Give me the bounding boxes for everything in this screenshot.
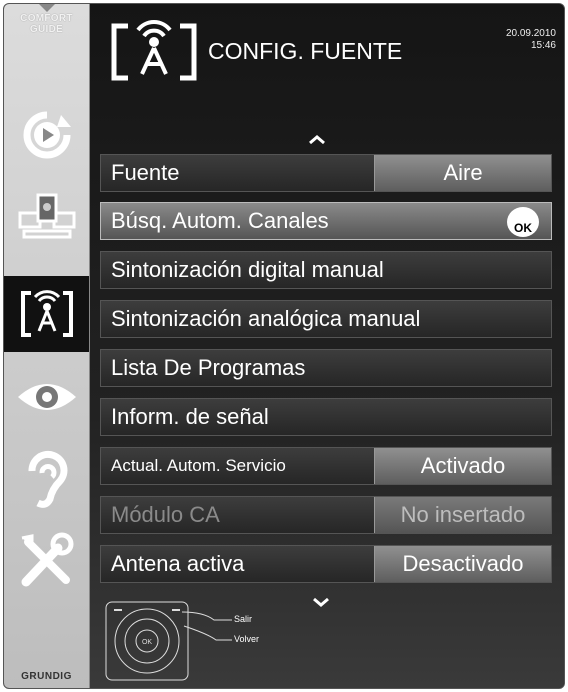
menu-item-value[interactable]: Aire [374,155,551,191]
menu-item-inform-senal[interactable]: Inform. de señal [100,398,552,436]
legend-exit: Salir [234,614,253,624]
menu-item-value: No insertado [374,497,551,533]
scroll-down-icon[interactable] [312,594,330,612]
main-panel: CONFIG. FUENTE 20.09.2010 15:46 Fuente A… [90,4,564,688]
menu-item-label: Inform. de señal [111,404,269,429]
comfort-guide-label[interactable]: COMFORT GUIDE [4,4,89,60]
menu-item-label: Sintonización analógica manual [111,306,421,331]
tools-settings-icon[interactable] [4,526,89,596]
datetime-display: 20.09.2010 15:46 [506,28,556,52]
tv-menu-frame: COMFORT GUIDE GRUNDIG CONFIG. FUENTE 20.… [3,3,565,689]
ear-sound-icon[interactable] [4,442,89,514]
menu-item-value[interactable]: Activado [374,448,551,484]
menu-item-actual-autom-servicio[interactable]: Actual. Autom. Servicio Activado [100,447,552,485]
ok-button[interactable]: OK [507,207,539,237]
menu-item-label: Fuente [111,160,180,185]
menu-item-busq-autom-canales[interactable]: Búsq. Autom. Canales OK [100,202,552,240]
menu-item-lista-programas[interactable]: Lista De Programas [100,349,552,387]
menu-item-value[interactable]: Desactivado [374,546,551,582]
time-text: 15:46 [530,40,556,51]
remote-navigation-icon: OK [104,598,234,688]
menu-item-label: Actual. Autom. Servicio [111,456,286,475]
eye-picture-icon[interactable] [4,364,89,430]
menu-item-modulo-ca: Módulo CA No insertado [100,496,552,534]
date-text: 20.09.2010 [505,28,556,39]
antenna-source-icon[interactable] [4,276,89,352]
menu-item-label: Módulo CA [111,502,220,527]
menu-item-sintonizacion-digital[interactable]: Sintonización digital manual [100,251,552,289]
legend-back: Volver [234,634,260,644]
menu-item-antena-activa[interactable]: Antena activa Desactivado [100,545,552,583]
page-title: CONFIG. FUENTE [208,38,403,64]
menu-item-label: Sintonización digital manual [111,257,384,282]
menu-item-sintonizacion-analogica[interactable]: Sintonización analógica manual [100,300,552,338]
network-devices-icon[interactable] [4,182,89,252]
menu-item-fuente[interactable]: Fuente Aire [100,154,552,192]
comfort-guide-sidebar: COMFORT GUIDE GRUNDIG [4,4,90,688]
menu-item-label: Lista De Programas [111,355,306,380]
grundig-logo: GRUNDIG [21,671,72,682]
source-refresh-icon[interactable] [4,104,89,166]
menu-item-label: Antena activa [111,551,245,576]
scroll-up-icon[interactable] [308,132,326,150]
antenna-header-icon [106,20,202,89]
menu-item-label: Búsq. Autom. Canales [111,208,329,233]
triangle-down-icon [38,4,55,12]
ok-legend-text: OK [142,639,152,646]
